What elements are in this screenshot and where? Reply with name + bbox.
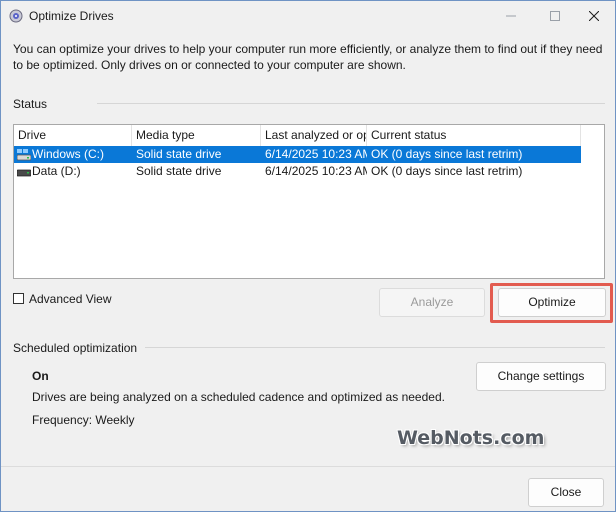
scheduled-group-label: Scheduled optimization (13, 341, 138, 355)
media-type-cell: Solid state drive (136, 147, 222, 161)
advanced-view-label[interactable]: Advanced View (29, 292, 112, 306)
schedule-frequency: Frequency: Weekly (32, 413, 135, 427)
advanced-view-checkbox[interactable] (13, 293, 24, 304)
optimize-drives-window: Optimize Drives You can optimize your dr… (0, 0, 616, 512)
close-icon (589, 11, 599, 21)
table-row[interactable]: Windows (C:) Solid state drive 6/14/2025… (14, 146, 581, 163)
scheduled-divider (145, 347, 605, 348)
close-button[interactable]: Close (528, 478, 604, 507)
schedule-state: On (32, 369, 49, 383)
minimize-icon (506, 15, 516, 17)
table-row[interactable]: Data (D:) Solid state drive 6/14/2025 10… (14, 163, 581, 180)
last-analyzed-cell: 6/14/2025 10:23 AM (265, 147, 367, 161)
dialog-footer: Close (1, 466, 615, 511)
column-header-media-type[interactable]: Media type (132, 125, 261, 146)
current-status-cell: OK (0 days since last retrim) (371, 147, 523, 161)
status-group-label: Status (13, 97, 48, 111)
drive-name: Data (D:) (32, 164, 81, 178)
column-header-drive[interactable]: Drive (14, 125, 132, 146)
drive-name: Windows (C:) (32, 147, 105, 161)
defrag-app-icon (9, 9, 23, 23)
analyze-button[interactable]: Analyze (379, 288, 485, 317)
drives-list[interactable]: Drive Media type Last analyzed or op... … (13, 124, 605, 279)
maximize-button[interactable] (533, 1, 577, 31)
title-bar[interactable]: Optimize Drives (1, 1, 615, 31)
window-title: Optimize Drives (29, 9, 114, 23)
minimize-button[interactable] (489, 1, 533, 31)
change-settings-button[interactable]: Change settings (476, 362, 606, 391)
schedule-description: Drives are being analyzed on a scheduled… (32, 390, 445, 404)
optimize-button[interactable]: Optimize (498, 288, 606, 317)
column-header-last-analyzed[interactable]: Last analyzed or op... (261, 125, 367, 146)
drives-list-header: Drive Media type Last analyzed or op... … (14, 125, 604, 146)
close-window-button[interactable] (572, 1, 616, 31)
intro-text: You can optimize your drives to help you… (13, 42, 603, 72)
maximize-icon (550, 11, 560, 21)
media-type-cell: Solid state drive (136, 164, 222, 178)
webnots-watermark: WebNots.com (397, 427, 545, 449)
drive-cell: Data (D:) (14, 163, 132, 180)
last-analyzed-cell: 6/14/2025 10:23 AM (265, 164, 367, 178)
column-header-current-status[interactable]: Current status (367, 125, 581, 146)
current-status-cell: OK (0 days since last retrim) (371, 164, 523, 178)
data-drive-icon (17, 169, 31, 177)
status-divider (97, 103, 605, 104)
windows-drive-icon (17, 149, 31, 161)
drive-cell: Windows (C:) (14, 146, 132, 163)
